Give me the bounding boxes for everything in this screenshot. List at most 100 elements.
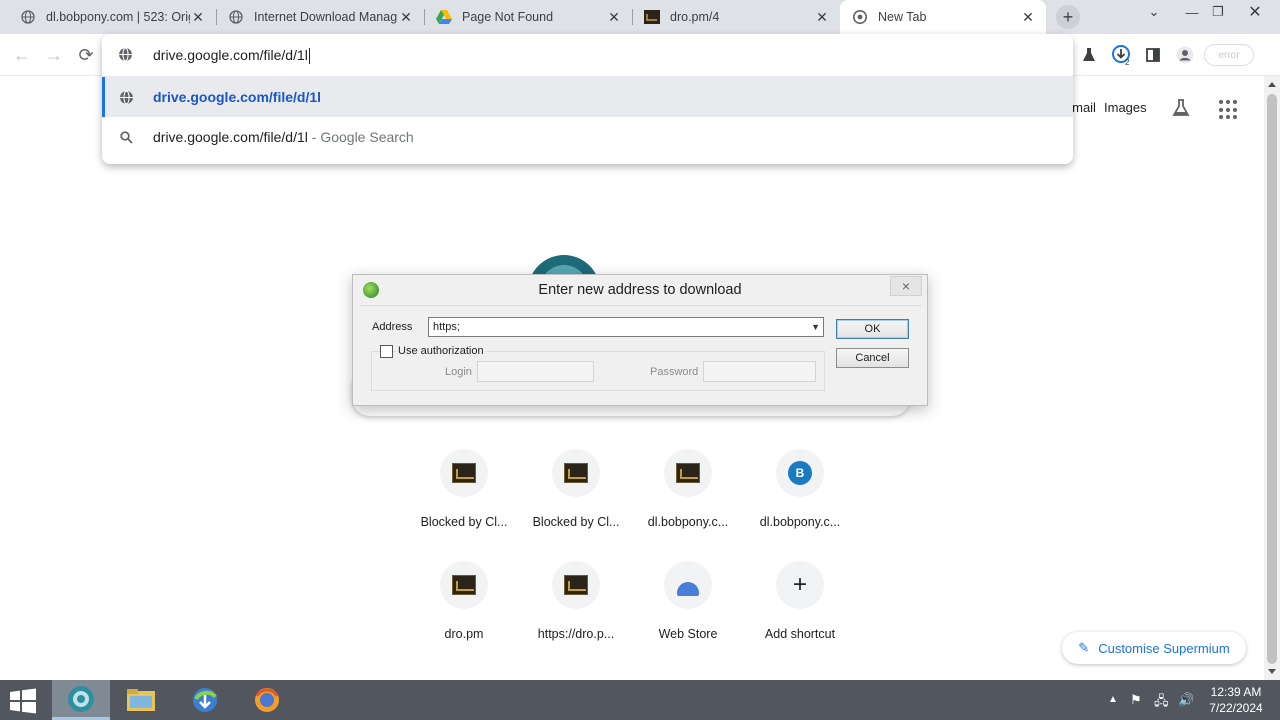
customise-label: Customise Supermium bbox=[1098, 640, 1230, 656]
shortcut-tile[interactable]: Blocked by Cl... bbox=[408, 449, 520, 559]
site-favicon bbox=[440, 561, 488, 609]
tab-close-icon[interactable]: ✕ bbox=[1020, 9, 1036, 25]
taskbar-firefox-app[interactable] bbox=[238, 680, 296, 720]
browser-app-icon bbox=[255, 688, 279, 712]
download-address-dialog: Enter new address to download × Address … bbox=[352, 274, 928, 406]
suggestion-suffix: - Google Search bbox=[307, 129, 414, 145]
text-caret bbox=[308, 48, 310, 65]
tab-close-icon[interactable]: ✕ bbox=[606, 9, 622, 25]
tab-page-not-found[interactable]: Page Not Found ✕ bbox=[424, 0, 632, 34]
taskbar-browser-app[interactable] bbox=[52, 680, 110, 720]
downloads-icon[interactable]: 2 bbox=[1111, 44, 1133, 66]
login-field[interactable] bbox=[477, 361, 594, 382]
web-store-icon bbox=[664, 561, 712, 609]
shortcut-label: dl.bobpony.c... bbox=[647, 515, 729, 529]
cancel-button[interactable]: Cancel bbox=[836, 348, 909, 368]
globe-icon bbox=[20, 9, 36, 25]
plus-icon: + bbox=[776, 561, 824, 609]
extensions-flask-icon[interactable] bbox=[1078, 44, 1100, 66]
shortcut-tile[interactable]: dl.bobpony.c... bbox=[632, 449, 744, 559]
close-icon: × bbox=[901, 278, 911, 294]
profile-error-chip[interactable]: error bbox=[1204, 44, 1254, 66]
address-combobox[interactable]: https; ▼ bbox=[428, 317, 824, 337]
address-bar[interactable]: drive.google.com/file/d/1l bbox=[102, 34, 1073, 76]
shortcut-label: https://dro.p... bbox=[537, 627, 615, 641]
clock-date: 7/22/2024 bbox=[1209, 701, 1263, 715]
images-link[interactable]: Images bbox=[1104, 100, 1147, 115]
back-button[interactable]: ← bbox=[9, 42, 35, 68]
shortcut-tile[interactable]: dro.pm bbox=[408, 561, 520, 671]
password-field[interactable] bbox=[703, 361, 816, 382]
site-favicon bbox=[664, 449, 712, 497]
scroll-up-icon[interactable] bbox=[1268, 82, 1276, 87]
tab-search-icon[interactable]: ⌄ bbox=[1138, 0, 1170, 24]
suggestion-text: drive.google.com/file/d/1l - Google Sear… bbox=[153, 129, 414, 145]
suggestion-query: drive.google.com/file/d/1l bbox=[153, 129, 308, 145]
restore-icon[interactable]: ❐ bbox=[1202, 0, 1234, 24]
side-panel-icon[interactable] bbox=[1142, 44, 1164, 66]
chevron-down-icon[interactable]: ▼ bbox=[811, 318, 820, 336]
shortcut-label: dro.pm bbox=[444, 627, 484, 641]
add-shortcut-button[interactable]: + Add shortcut bbox=[744, 561, 856, 671]
omnibox-dropdown: drive.google.com/file/d/1l drive.google.… bbox=[102, 34, 1073, 164]
address-label: Address bbox=[372, 321, 413, 333]
shortcut-label: Web Store bbox=[658, 627, 718, 641]
scroll-thumb[interactable] bbox=[1267, 94, 1277, 664]
plus-icon: + bbox=[1062, 6, 1074, 27]
volume-icon[interactable]: 🔊 bbox=[1178, 692, 1194, 708]
dialog-close-button[interactable]: × bbox=[890, 276, 922, 296]
action-center-flag-icon[interactable]: ⚑ bbox=[1130, 692, 1142, 708]
tab-internet-download-manager[interactable]: Internet Download Manag ✕ bbox=[216, 0, 424, 34]
labs-flask-icon[interactable] bbox=[1171, 98, 1191, 118]
address-input[interactable]: drive.google.com/file/d/1l bbox=[153, 47, 310, 65]
scroll-down-icon[interactable] bbox=[1268, 669, 1276, 674]
ok-button[interactable]: OK bbox=[836, 319, 909, 339]
globe-icon bbox=[118, 47, 133, 65]
suggestion-url[interactable]: drive.google.com/file/d/1l bbox=[102, 77, 1073, 117]
google-apps-icon[interactable] bbox=[1219, 100, 1239, 120]
use-authorization-label: Use authorization bbox=[396, 345, 486, 357]
windows-taskbar: ▲ ⚑ 🖧 🔊 12:39 AM 7/22/2024 bbox=[0, 680, 1280, 720]
system-clock[interactable]: 12:39 AM 7/22/2024 bbox=[1200, 684, 1272, 716]
tab-dl-bobpony[interactable]: dl.bobpony.com | 523: Orig ✕ bbox=[0, 0, 216, 34]
page-scrollbar[interactable] bbox=[1264, 76, 1280, 680]
dialog-body: Address https; ▼ Use authorization Login… bbox=[360, 305, 922, 400]
tab-title: dl.bobpony.com | 523: Orig bbox=[46, 10, 190, 24]
use-authorization-checkbox[interactable] bbox=[380, 345, 393, 358]
windows-start-icon[interactable] bbox=[8, 688, 40, 714]
tab-close-icon[interactable]: ✕ bbox=[814, 9, 830, 25]
tray-overflow-icon[interactable]: ▲ bbox=[1108, 694, 1118, 705]
tab-dro-pm[interactable]: dro.pm/4 ✕ bbox=[632, 0, 840, 34]
customise-button[interactable]: ✎ Customise Supermium bbox=[1062, 632, 1246, 664]
globe-icon bbox=[118, 89, 134, 105]
suggestion-text: drive.google.com/file/d/1l bbox=[153, 89, 322, 105]
shortcut-label: Blocked by Cl... bbox=[532, 515, 620, 529]
chrome-icon bbox=[852, 9, 868, 25]
shortcut-tile[interactable]: Web Store bbox=[632, 561, 744, 671]
shortcut-tile[interactable]: B dl.bobpony.c... bbox=[744, 449, 856, 559]
network-icon[interactable]: 🖧 bbox=[1154, 692, 1169, 714]
tab-strip: dl.bobpony.com | 523: Orig ✕ Internet Do… bbox=[0, 0, 1280, 34]
supermium-icon bbox=[68, 685, 94, 712]
letter-b-icon: B bbox=[776, 449, 824, 497]
suggestion-search[interactable]: drive.google.com/file/d/1l - Google Sear… bbox=[102, 117, 1073, 157]
forward-button[interactable]: → bbox=[41, 42, 67, 68]
idm-icon bbox=[193, 688, 217, 712]
new-tab-button[interactable]: + bbox=[1056, 5, 1080, 29]
shortcut-tile[interactable]: https://dro.p... bbox=[520, 561, 632, 671]
tab-title: Page Not Found bbox=[462, 10, 554, 24]
profile-avatar-icon[interactable] bbox=[1174, 44, 1196, 66]
tab-close-icon[interactable]: ✕ bbox=[190, 9, 206, 25]
tab-new-tab[interactable]: New Tab ✕ bbox=[840, 0, 1046, 34]
shortcut-tile[interactable]: Blocked by Cl... bbox=[520, 449, 632, 559]
taskbar-idm-app[interactable] bbox=[176, 680, 234, 720]
window-close-icon[interactable]: ✕ bbox=[1232, 0, 1278, 24]
google-drive-icon bbox=[436, 9, 452, 25]
pencil-icon: ✎ bbox=[1078, 640, 1090, 655]
taskbar-file-explorer-app[interactable] bbox=[112, 680, 170, 720]
reload-button[interactable]: ⟳ bbox=[73, 42, 99, 68]
tab-title: dro.pm/4 bbox=[670, 10, 720, 24]
site-favicon bbox=[552, 561, 600, 609]
search-icon bbox=[118, 129, 134, 145]
tab-close-icon[interactable]: ✕ bbox=[398, 9, 414, 25]
